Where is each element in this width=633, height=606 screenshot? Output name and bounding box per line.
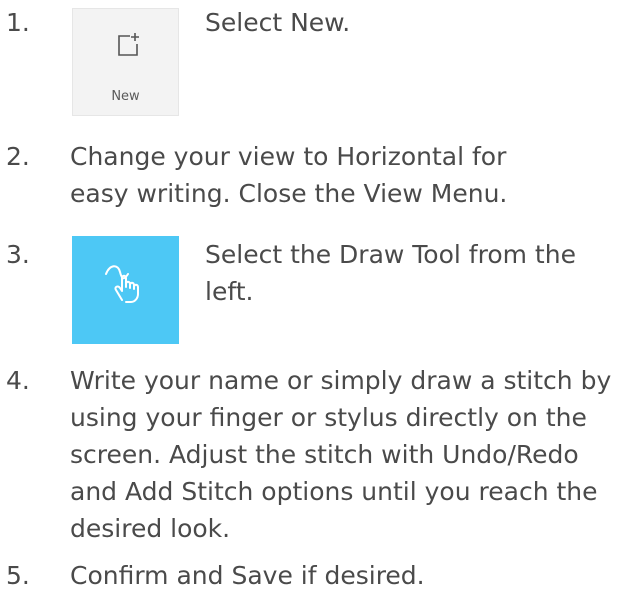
step-text: Select the Draw Tool from the left. — [205, 240, 576, 306]
step-number: 5. — [6, 561, 30, 590]
step-number: 4. — [6, 366, 30, 395]
step-text: Select New. — [205, 8, 351, 37]
step-5: 5. Confirm and Save if desired. — [0, 557, 633, 597]
step-number: 2. — [6, 142, 30, 171]
step-2: 2. Change your view to Horizontal for ea… — [0, 138, 633, 218]
new-button-thumbnail: New — [72, 8, 179, 116]
step-number: 1. — [6, 8, 30, 37]
step-text: Change your view to Horizontal for easy … — [70, 142, 508, 208]
step-4: 4. Write your name or simply draw a stit… — [0, 362, 633, 547]
step-text: Write your name or simply draw a stitch … — [70, 366, 612, 543]
step-text: Confirm and Save if desired. — [70, 561, 425, 590]
new-document-icon — [118, 33, 139, 56]
step-3: 3. Select the Draw Tool from the left. — [0, 236, 633, 348]
draw-tool-thumbnail — [72, 236, 179, 344]
instructions-page: { "steps": [ { "number": "1.", "text": "… — [0, 0, 633, 606]
step-1: 1. New Select New. — [0, 0, 633, 125]
draw-hand-icon — [105, 265, 139, 303]
step-number: 3. — [6, 240, 30, 269]
new-button-label: New — [111, 89, 140, 104]
